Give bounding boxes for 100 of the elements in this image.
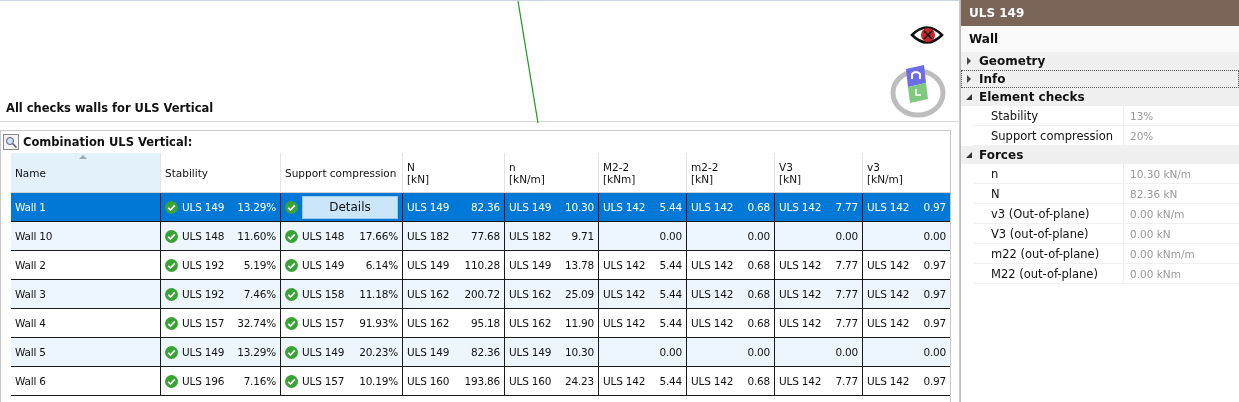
name-cell[interactable]: Wall 6 [11,367,161,396]
force-cell: 0.00 [599,338,687,367]
force-cell: 0.00 [775,222,863,251]
force-cell: 0.00 [687,222,775,251]
force-cell: ULS 142 0.68 [687,280,775,309]
details-button[interactable]: Details [302,195,398,219]
force-cell: ULS 160 24.23 [505,367,599,396]
support-cell: ULS 157 91.93% [281,309,403,338]
force-cell: ULS 162 11.90 [505,309,599,338]
name-cell[interactable]: Wall 3 [11,280,161,309]
check-icon [285,316,298,330]
force-cell: ULS 182 77.68 [403,222,505,251]
property-group[interactable]: Element checks [961,88,1239,106]
support-cell: ULS 157 10.19% [281,367,403,396]
check-icon [165,229,178,243]
element-type: Wall [961,26,1239,52]
check-icon [285,287,298,301]
property-name: n [990,166,1000,181]
property-value: 0.00 kNm [1123,264,1239,283]
check-icon [285,200,298,214]
force-cell: ULS 182 9.71 [505,222,599,251]
check-icon [165,258,178,272]
property-value: 0.00 kN/m [1123,204,1239,223]
expand-triangle-icon [965,57,973,65]
force-cell: ULS 142 7.77 [775,251,863,280]
property-group[interactable]: Info [961,70,1239,88]
stability-cell: ULS 148 11.60% [161,222,281,251]
property-name: M22 (out-of-plane) [990,266,1099,281]
force-cell: ULS 149 10.30 [505,338,599,367]
force-cell: ULS 142 7.77 [775,280,863,309]
check-icon [165,345,178,359]
column-header[interactable]: m2-2 [kN] [687,153,775,193]
column-header[interactable]: Stability [161,153,281,193]
stability-cell: ULS 196 7.16% [161,367,281,396]
magnifier-icon[interactable] [3,134,19,150]
stability-cell: ULS 192 7.46% [161,280,281,309]
property-name: Support compression [990,128,1115,143]
property-name: N [990,186,1001,201]
property-name: Stability [990,108,1040,123]
support-cell: ULS 149 20.23% [281,338,403,367]
stability-cell: ULS 149 13.29% [161,193,281,222]
property-name: m22 (out-of-plane) [990,246,1101,261]
force-cell: ULS 142 0.68 [687,309,775,338]
property-group[interactable]: Forces [961,146,1239,164]
column-header[interactable]: N [kN] [403,153,505,193]
column-header[interactable]: n [kN/m] [505,153,599,193]
property-value: 0.00 kNm/m [1123,244,1239,263]
column-header[interactable]: M2-2 [kNm] [599,153,687,193]
force-cell: ULS 149 82.36 [403,338,505,367]
table-title: Combination ULS Vertical: [23,135,193,149]
property-group[interactable]: Geometry [961,52,1239,70]
collapse-triangle-icon [965,93,973,101]
force-cell: ULS 142 0.68 [687,193,775,222]
check-icon [165,287,178,301]
force-cell: 0.00 [775,338,863,367]
force-cell: ULS 162 200.72 [403,280,505,309]
check-icon [165,200,178,214]
force-cell: ULS 149 110.28 [403,251,505,280]
force-cell: ULS 142 5.44 [599,251,687,280]
expand-triangle-icon [965,75,973,83]
hidden-eye-icon[interactable] [910,23,944,47]
force-cell: 0.00 [863,338,950,367]
property-name: v3 (Out-of-plane) [990,206,1091,221]
check-icon [165,374,178,388]
column-header[interactable]: V3 [kN] [775,153,863,193]
property-name: V3 (out-of-plane) [990,226,1090,241]
force-cell: ULS 149 13.78 [505,251,599,280]
name-cell[interactable]: Wall 1 [11,193,161,222]
property-value: 13% [1123,106,1239,125]
force-cell: ULS 162 25.09 [505,280,599,309]
force-cell: ULS 162 95.18 [403,309,505,338]
property-value: 82.36 kN [1123,184,1239,203]
force-cell: ULS 142 5.44 [599,193,687,222]
property-value: 10.30 kN/m [1123,164,1239,183]
name-cell[interactable]: Wall 4 [11,309,161,338]
column-header[interactable]: Name [11,153,161,193]
force-cell: ULS 142 5.44 [599,367,687,396]
check-icon [285,229,298,243]
sort-caret-icon [79,155,87,159]
force-cell: ULS 142 0.97 [863,193,950,222]
column-header[interactable]: Support compression [281,153,403,193]
property-value: 20% [1123,126,1239,145]
force-cell: ULS 142 7.77 [775,367,863,396]
check-icon [285,345,298,359]
check-icon [285,374,298,388]
force-cell: ULS 149 82.36 [403,193,505,222]
force-cell: ULS 142 0.97 [863,280,950,309]
force-cell: ULS 142 0.68 [687,367,775,396]
name-cell[interactable]: Wall 5 [11,338,161,367]
properties-title: ULS 149 [961,0,1239,26]
collapse-triangle-icon [965,151,973,159]
force-cell: ULS 149 10.30 [505,193,599,222]
check-icon [285,258,298,272]
force-cell: ULS 142 0.68 [687,251,775,280]
support-cell: ULS 158 11.18% [281,280,403,309]
support-cell: ULS 149 6.14% [281,251,403,280]
check-icon [165,316,178,330]
name-cell[interactable]: Wall 2 [11,251,161,280]
property-value: 0.00 kN [1123,224,1239,243]
name-cell[interactable]: Wall 10 [11,222,161,251]
